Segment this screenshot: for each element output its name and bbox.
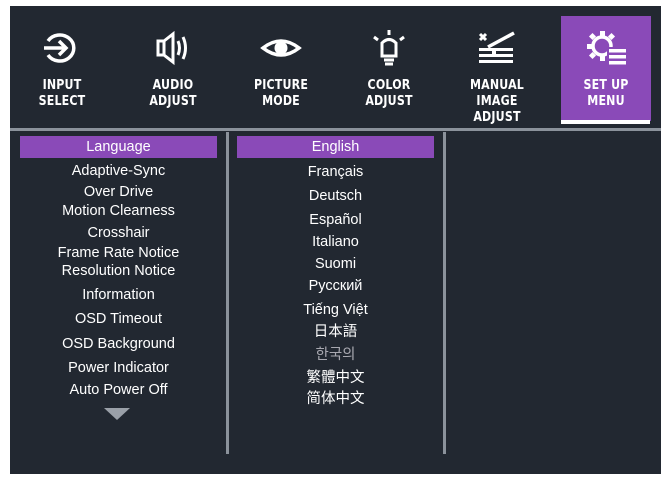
gear-menu-icon: [561, 28, 651, 68]
menu-item-resolution-notice[interactable]: Resolution Notice: [20, 260, 217, 282]
eye-icon: [236, 28, 326, 68]
menu-item-power-indicator[interactable]: Power Indicator: [20, 357, 217, 379]
language-option-traditional-chinese[interactable]: 繁體中文: [237, 367, 434, 389]
menu-item-osd-timeout[interactable]: OSD Timeout: [20, 308, 217, 330]
menu-item-auto-power-off[interactable]: Auto Power Off: [20, 379, 217, 401]
tab-color-adjust[interactable]: COLOR ADJUST: [344, 16, 434, 121]
tab-input-select[interactable]: INPUT SELECT: [17, 16, 107, 121]
language-option-espanol[interactable]: Español: [237, 209, 434, 231]
menu-item-information[interactable]: Information: [20, 284, 217, 306]
menu-item-osd-background[interactable]: OSD Background: [20, 333, 217, 355]
language-option-italiano[interactable]: Italiano: [237, 231, 434, 253]
menu-item-adaptive-sync[interactable]: Adaptive-Sync: [20, 160, 217, 182]
language-option-russian[interactable]: Русский: [237, 275, 434, 297]
tab-picture-mode[interactable]: PICTURE MODE: [236, 16, 326, 121]
language-option-deutsch[interactable]: Deutsch: [237, 185, 434, 207]
column-divider: [443, 132, 446, 454]
manual-adjust-icon: [452, 28, 542, 68]
menu-item-language[interactable]: Language: [20, 136, 217, 158]
column-divider: [226, 132, 229, 454]
tab-label: MANUAL IMAGE ADJUST: [469, 78, 525, 125]
tab-audio-adjust[interactable]: AUDIO ADJUST: [128, 16, 218, 121]
language-option-english[interactable]: English: [237, 136, 434, 158]
tab-setup-menu[interactable]: SET UP MENU: [561, 16, 651, 121]
active-tab-underline: [561, 120, 650, 124]
osd-menu: INPUT SELECT AUDIO ADJUST PICTURE MODE C…: [10, 6, 661, 474]
tab-label: INPUT SELECT: [38, 78, 86, 109]
tab-label: AUDIO ADJUST: [149, 78, 197, 109]
language-option-suomi[interactable]: Suomi: [237, 253, 434, 275]
scroll-down-arrow-icon[interactable]: [104, 408, 130, 420]
language-option-simplified-chinese[interactable]: 简体中文: [237, 388, 434, 410]
language-option-japanese[interactable]: 日本語: [237, 321, 434, 343]
tab-label: COLOR ADJUST: [365, 78, 413, 109]
header-divider: [10, 128, 661, 131]
input-select-icon: [17, 28, 107, 68]
speaker-icon: [128, 28, 218, 68]
menu-item-crosshair[interactable]: Crosshair: [20, 222, 217, 244]
tab-manual-image-adjust[interactable]: MANUAL IMAGE ADJUST: [452, 16, 542, 125]
menu-item-motion-clearness[interactable]: Motion Clearness: [20, 200, 217, 222]
language-option-korean[interactable]: 한국의: [237, 344, 434, 366]
tab-label: PICTURE MODE: [253, 78, 309, 109]
tab-label: SET UP MENU: [583, 78, 629, 109]
language-option-vietnamese[interactable]: Tiếng Việt: [237, 299, 434, 321]
tab-bar: INPUT SELECT AUDIO ADJUST PICTURE MODE C…: [10, 6, 661, 125]
language-option-francais[interactable]: Français: [237, 161, 434, 183]
bulb-icon: [344, 28, 434, 68]
